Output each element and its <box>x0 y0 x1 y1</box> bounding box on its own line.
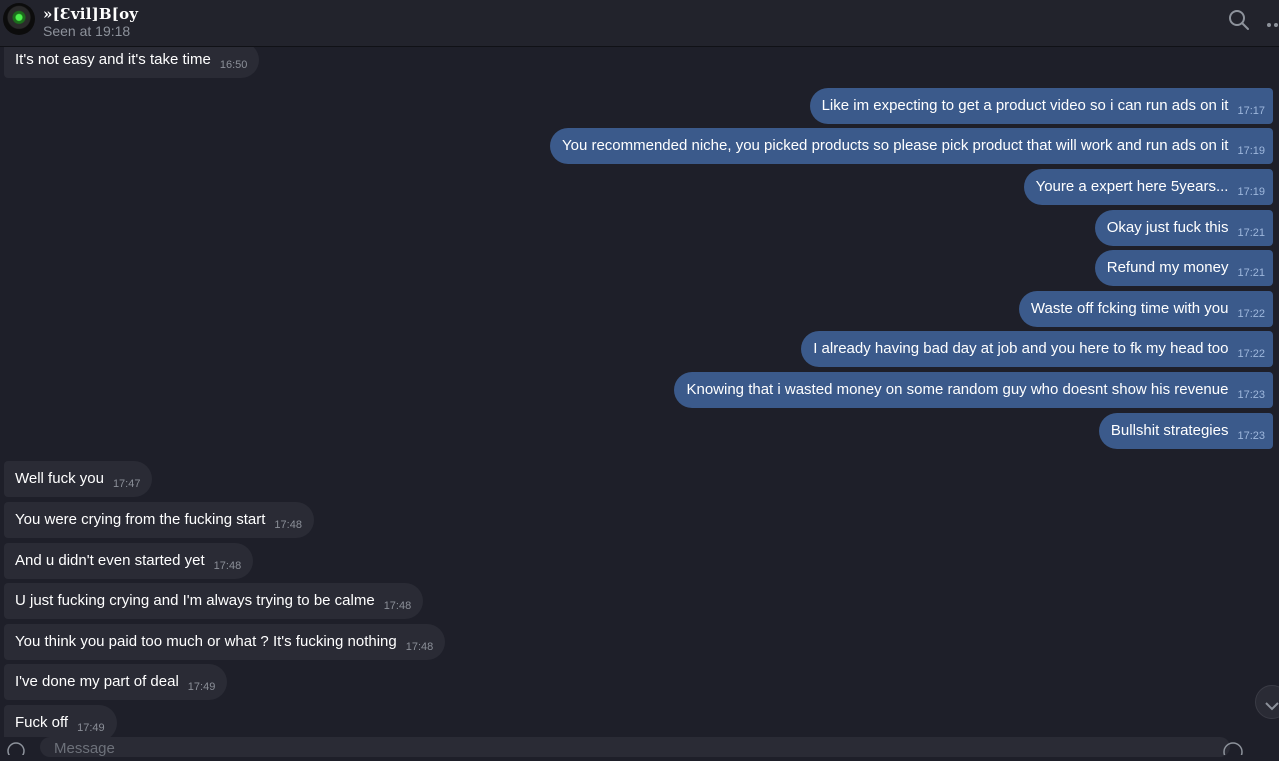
message-outgoing[interactable]: I already having bad day at job and you … <box>801 331 1273 367</box>
message-time: 17:21 <box>1237 267 1265 279</box>
message-text: Refund my money <box>1106 259 1229 276</box>
message-time: 17:19 <box>1237 186 1265 198</box>
message-text: Waste off fcking time with you <box>1030 300 1229 317</box>
message-time: 17:47 <box>112 478 141 490</box>
message-time: 17:23 <box>1237 389 1265 401</box>
chat-header: »[Ɛvil]B[oy Seen at 19:18 <box>0 0 1279 47</box>
more-icon[interactable] <box>1266 16 1279 34</box>
message-outgoing[interactable]: Youre a expert here 5years... 17:19 <box>1023 169 1273 205</box>
message-text: Youre a expert here 5years... <box>1035 178 1229 195</box>
message-incoming[interactable]: Fuck off 17:49 <box>4 705 117 737</box>
avatar[interactable] <box>3 3 35 35</box>
message-list[interactable]: It's not easy and it's take time 16:50 Li… <box>0 47 1279 737</box>
message-time: 17:48 <box>405 641 434 653</box>
message-time: 17:48 <box>274 519 302 531</box>
chat-title[interactable]: »[Ɛvil]B[oy <box>43 5 138 23</box>
message-incoming[interactable]: It's not easy and it's take time 16:50 <box>4 47 260 78</box>
message-time: 17:19 <box>1237 145 1265 157</box>
message-incoming[interactable]: I've done my part of deal 17:49 <box>4 664 228 700</box>
message-time: 17:17 <box>1237 105 1265 117</box>
message-time: 17:49 <box>77 722 105 734</box>
message-text: Okay just fuck this <box>1106 219 1229 236</box>
search-icon[interactable] <box>1228 9 1250 36</box>
message-outgoing[interactable]: Refund my money 17:21 <box>1094 250 1273 286</box>
message-text: It's not easy and it's take time <box>15 51 211 68</box>
message-time: 17:22 <box>1237 308 1265 320</box>
message-text: Bullshit strategies <box>1110 422 1229 439</box>
message-time: 17:49 <box>187 681 216 693</box>
message-text: I've done my part of deal <box>15 673 179 690</box>
message-text: Well fuck you <box>15 470 104 487</box>
message-time: 17:48 <box>383 600 412 612</box>
message-text: Fuck off <box>15 714 69 731</box>
message-composer: Message <box>0 737 1279 761</box>
message-outgoing[interactable]: Knowing that i wasted money on some rand… <box>674 372 1273 408</box>
message-incoming[interactable]: You think you paid too much or what ? It… <box>4 624 446 660</box>
message-incoming[interactable]: You were crying from the fucking start 17… <box>4 502 314 538</box>
message-text: Knowing that i wasted money on some rand… <box>686 381 1229 398</box>
message-text: And u didn't even started yet <box>15 552 205 569</box>
last-seen-status: Seen at 19:18 <box>43 23 131 39</box>
message-input[interactable]: Message <box>40 737 1230 757</box>
message-outgoing[interactable]: Waste off fcking time with you 17:22 <box>1018 291 1273 327</box>
message-time: 17:22 <box>1237 348 1265 360</box>
message-time: 17:48 <box>213 560 242 572</box>
message-text: U just fucking crying and I'm always try… <box>15 592 375 609</box>
message-text: I already having bad day at job and you … <box>813 340 1229 357</box>
message-time: 17:21 <box>1237 227 1265 239</box>
message-outgoing[interactable]: You recommended niche, you picked produc… <box>549 128 1273 164</box>
message-outgoing[interactable]: Like im expecting to get a product video… <box>809 88 1273 124</box>
message-text: You were crying from the fucking start <box>15 511 266 528</box>
message-incoming[interactable]: U just fucking crying and I'm always try… <box>4 583 424 619</box>
chevron-down-icon <box>1265 698 1279 716</box>
message-time: 16:50 <box>219 59 248 71</box>
message-text: You think you paid too much or what ? It… <box>15 633 397 650</box>
message-outgoing[interactable]: Bullshit strategies 17:23 <box>1098 413 1273 449</box>
message-incoming[interactable]: Well fuck you 17:47 <box>4 461 153 497</box>
message-text: You recommended niche, you picked produc… <box>561 137 1229 154</box>
message-time: 17:23 <box>1237 430 1265 442</box>
message-incoming[interactable]: And u didn't even started yet 17:48 <box>4 543 254 579</box>
message-text: Like im expecting to get a product video… <box>821 97 1229 114</box>
message-outgoing[interactable]: Okay just fuck this 17:21 <box>1094 210 1273 246</box>
